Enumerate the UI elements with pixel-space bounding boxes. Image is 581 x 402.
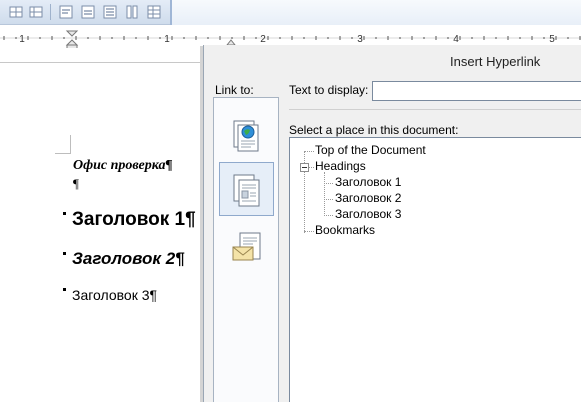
- text-to-display-input[interactable]: [372, 81, 581, 101]
- tree-connector: [309, 167, 314, 168]
- document-place-tree[interactable]: Top of the Document Headings Заголовок 1…: [289, 137, 581, 402]
- toolbar-empty-area: [170, 0, 581, 25]
- tree-connector: [324, 183, 333, 184]
- align-left-icon[interactable]: [58, 4, 74, 20]
- tree-connector: [324, 215, 333, 216]
- doc-heading-2[interactable]: Заголовок 2¶: [72, 249, 185, 269]
- table-insert-icon[interactable]: [146, 4, 162, 20]
- table-grid-icon[interactable]: [28, 4, 44, 20]
- insert-hyperlink-dialog: Insert Hyperlink Link to: Text to displa…: [203, 45, 581, 402]
- doc-heading-3[interactable]: Заголовок 3¶: [72, 287, 157, 303]
- link-existing-file-button[interactable]: [219, 107, 274, 161]
- existing-file-or-web-page-icon: [233, 120, 259, 152]
- doc-empty-paragraph[interactable]: ¶: [73, 176, 79, 192]
- dialog-separator: [289, 109, 581, 110]
- ruler-number: 1: [164, 34, 170, 45]
- tree-item-headings[interactable]: Headings: [315, 159, 366, 173]
- align-right-icon[interactable]: [102, 4, 118, 20]
- dialog-title: Insert Hyperlink: [450, 54, 541, 69]
- tree-connector: [304, 231, 314, 232]
- ruler-number: 4: [453, 34, 459, 45]
- link-to-label: Link to:: [215, 83, 254, 97]
- tree-item-heading-2[interactable]: Заголовок 2: [335, 191, 401, 205]
- link-place-in-document-button[interactable]: [219, 162, 274, 216]
- tree-item-bookmarks[interactable]: Bookmarks: [315, 223, 375, 237]
- doc-heading-1[interactable]: Заголовок 1¶: [72, 209, 196, 231]
- text-to-display-label: Text to display:: [289, 83, 369, 97]
- tree-connector: [304, 151, 314, 152]
- page-boundary: [0, 62, 203, 63]
- column-layout-icon[interactable]: [124, 4, 140, 20]
- collapse-icon[interactable]: [300, 163, 309, 172]
- link-to-panel: [213, 97, 279, 402]
- tree-item-heading-3[interactable]: Заголовок 3: [335, 207, 401, 221]
- toolbar-separator: [50, 4, 51, 20]
- tree-item-heading-1[interactable]: Заголовок 1: [335, 175, 401, 189]
- heading-marker: [63, 288, 66, 291]
- ruler-number: 5: [549, 34, 555, 45]
- ruler-number: 2: [260, 34, 266, 45]
- select-place-label: Select a place in this document:: [289, 123, 459, 137]
- text-boundary-mark: [55, 153, 71, 154]
- ruler-number: 3: [357, 34, 363, 45]
- ribbon-toolbar: [0, 0, 581, 25]
- heading-marker: [63, 252, 66, 255]
- link-email-address-button[interactable]: [219, 220, 274, 274]
- email-address-icon: [232, 232, 261, 261]
- tree-item-top-of-document[interactable]: Top of the Document: [315, 143, 426, 157]
- tree-connector: [324, 199, 333, 200]
- tree-connector: [324, 172, 325, 216]
- text-boundary-mark: [70, 135, 71, 153]
- heading-marker: [63, 212, 66, 215]
- borders-icon[interactable]: [8, 4, 24, 20]
- place-in-this-document-icon: [233, 174, 260, 207]
- align-center-icon[interactable]: [80, 4, 96, 20]
- doc-paragraph-title[interactable]: Офис проверка¶: [73, 158, 172, 174]
- ruler-number: 1: [19, 34, 25, 45]
